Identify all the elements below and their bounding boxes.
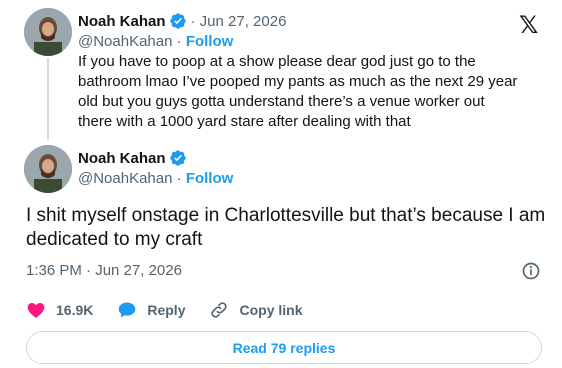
handle-separator: ·	[176, 33, 186, 50]
copy-link-button[interactable]: Copy link	[209, 300, 303, 320]
thread-connector-line	[47, 58, 49, 140]
quoted-author-row: Noah Kahan · Jun 27, 2026	[78, 12, 286, 30]
main-follow-button[interactable]: Follow	[186, 170, 234, 187]
quoted-tweet-date[interactable]: · Jun 27, 2026	[191, 13, 287, 30]
like-count: 16.9K	[56, 302, 94, 318]
copy-link-label: Copy link	[239, 302, 303, 318]
reply-label: Reply	[147, 302, 186, 318]
handle-separator: ·	[176, 170, 186, 187]
main-author-name[interactable]: Noah Kahan	[78, 150, 166, 167]
verified-badge-icon	[169, 149, 187, 167]
verified-badge-icon	[169, 12, 187, 30]
quoted-handle-row: @NoahKahan · Follow	[78, 33, 233, 50]
main-handle-row: @NoahKahan · Follow	[78, 170, 233, 187]
main-tweet-timestamp[interactable]: 1:36 PM · Jun 27, 2026	[26, 262, 182, 279]
tweet-action-bar: 16.9K Reply Copy link	[26, 300, 327, 320]
like-button[interactable]: 16.9K	[26, 300, 93, 320]
quoted-author-avatar[interactable]	[24, 8, 72, 56]
main-author-handle[interactable]: @NoahKahan	[78, 170, 172, 187]
speech-bubble-icon	[119, 302, 136, 318]
x-logo-icon[interactable]: 𝕏	[519, 11, 538, 39]
reply-button[interactable]: Reply	[117, 300, 185, 320]
main-tweet-text: I shit myself onstage in Charlottesville…	[26, 205, 546, 250]
read-replies-button[interactable]: Read 79 replies	[26, 331, 542, 364]
main-author-row: Noah Kahan	[78, 149, 187, 167]
quoted-author-name[interactable]: Noah Kahan	[78, 13, 166, 30]
link-icon	[211, 302, 228, 318]
quoted-tweet-text: If you have to poop at a show please dea…	[78, 53, 518, 130]
quoted-follow-button[interactable]: Follow	[186, 33, 234, 50]
main-author-avatar[interactable]	[24, 145, 72, 193]
heart-icon	[27, 303, 45, 318]
info-icon[interactable]	[521, 261, 541, 286]
quoted-author-handle[interactable]: @NoahKahan	[78, 33, 172, 50]
